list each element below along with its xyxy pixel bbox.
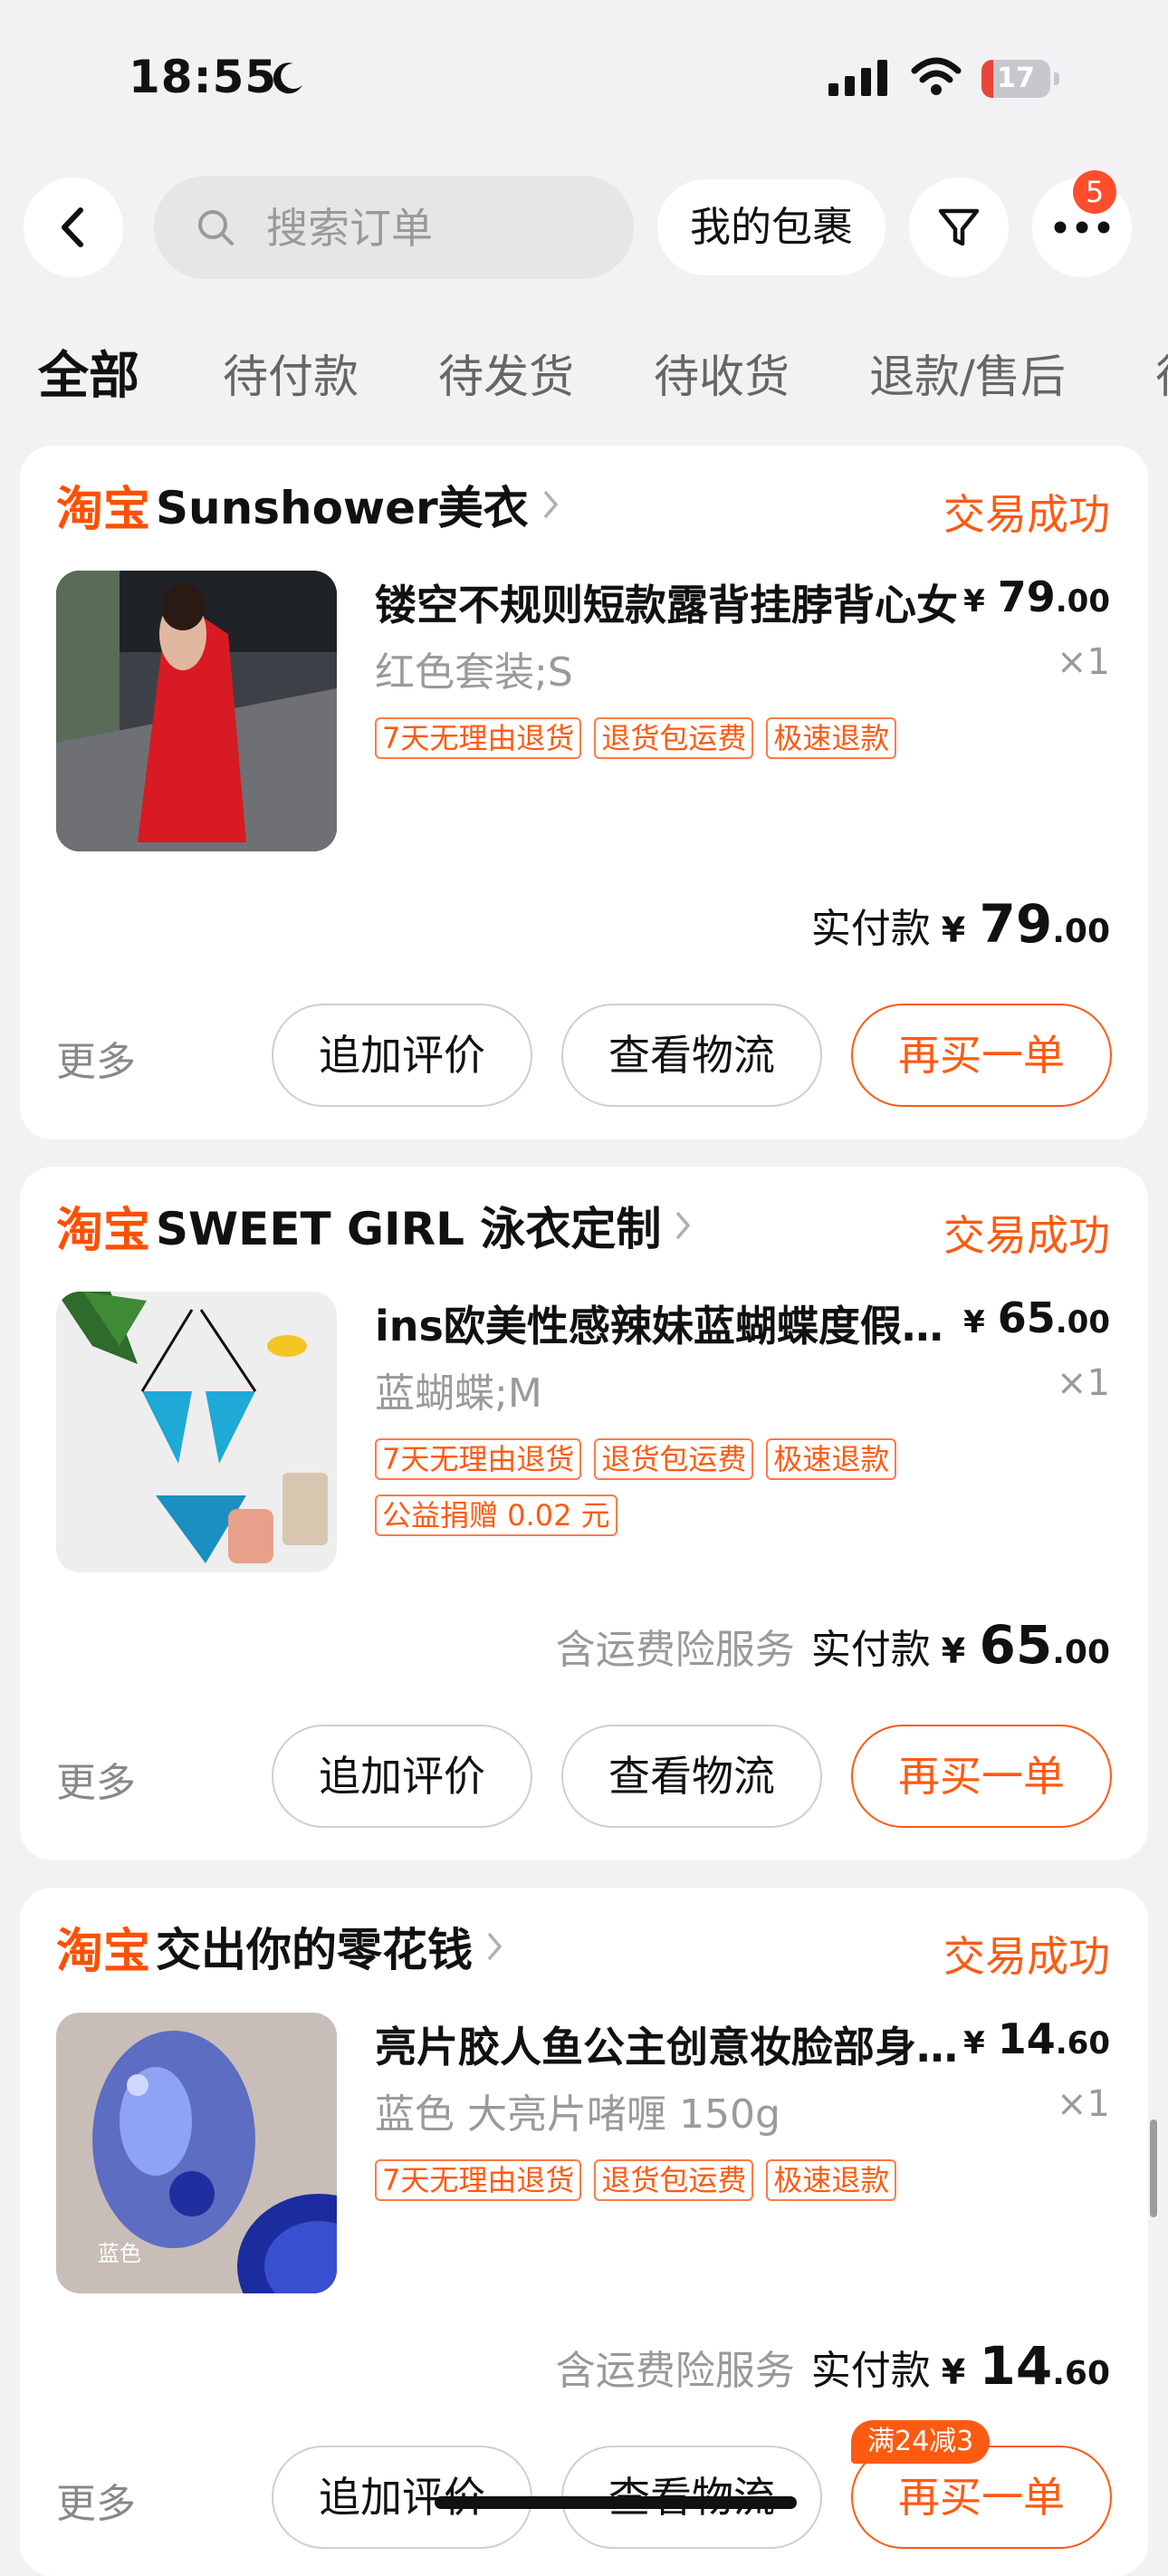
product-image[interactable]	[56, 1292, 337, 1572]
product-quantity: ×1	[1057, 1362, 1110, 1404]
product-variant: 红色套装;S	[375, 649, 573, 696]
paid-label: 实付款	[810, 1627, 931, 1673]
shipping-insurance-note: 含运费险服务	[555, 1627, 795, 1673]
battery-icon: 17	[981, 60, 1059, 98]
notification-badge: 5	[1073, 170, 1116, 214]
battery-percent: 17	[997, 62, 1035, 94]
product-title[interactable]: ins欧美性感辣妹蓝蝴蝶度假比基尼	[375, 1293, 972, 1353]
more-link[interactable]: 更多	[56, 1750, 136, 1808]
buy-again-button[interactable]: 再买一单	[851, 1004, 1112, 1107]
service-tags: 7天无理由退货 退货包运费 极速退款	[375, 2159, 1009, 2216]
tab-pending-review[interactable]: 待评价	[1155, 341, 1168, 413]
product-price: ¥ 14.60	[963, 2014, 1110, 2063]
order-status: 交易成功	[943, 1932, 1110, 1981]
product-title[interactable]: 镂空不规则短款露背挂脖背心女	[375, 572, 972, 632]
paid-amount: ¥ 65.00	[941, 1614, 1110, 1676]
my-packages-button[interactable]: 我的包裹	[657, 179, 886, 275]
view-logistics-button[interactable]: 查看物流	[561, 1004, 822, 1107]
tag-free-return-shipping: 退货包运费	[594, 717, 754, 759]
paid-label: 实付款	[810, 906, 931, 952]
paid-amount-row: 含运费险服务 实付款 ¥ 14.60	[556, 2335, 1110, 2397]
taobao-logo: 淘宝	[56, 1203, 151, 1258]
chevron-left-icon	[62, 207, 83, 247]
product-price: ¥ 65.00	[963, 1293, 1110, 1342]
shipping-insurance-note: 含运费险服务	[555, 2348, 795, 2394]
chevron-right-icon	[543, 490, 558, 519]
moon-icon	[273, 62, 302, 94]
status-time: 18:55	[129, 51, 278, 103]
more-link[interactable]: 更多	[56, 2471, 136, 2529]
shop-header[interactable]: 淘宝 Sunshower美衣	[56, 472, 560, 537]
cellular-signal-icon	[828, 60, 887, 96]
more-link[interactable]: 更多	[56, 1029, 136, 1087]
product-image-label: 蓝色	[98, 2241, 141, 2266]
add-review-button[interactable]: 追加评价	[272, 1725, 532, 1828]
status-bar: 18:55 17	[0, 0, 1168, 154]
order-card[interactable]: 淘宝 Sunshower美衣 交易成功 镂空不规则短款露背挂脖背心女 ¥ 79.…	[20, 446, 1148, 1139]
shop-name[interactable]: Sunshower美衣	[156, 472, 529, 537]
paid-label: 实付款	[810, 2348, 931, 2394]
add-review-button[interactable]: 追加评价	[272, 1004, 532, 1107]
tag-charity-donation: 公益捐赠 0.02 元	[375, 1495, 618, 1536]
chevron-right-icon	[676, 1211, 691, 1240]
chevron-right-icon	[487, 1932, 503, 1961]
shop-header[interactable]: 淘宝 交出你的零花钱	[56, 1914, 503, 1979]
product-quantity: ×1	[1057, 2083, 1110, 2125]
product-title[interactable]: 亮片胶人鱼公主创意妆脸部身体闪片	[375, 2014, 972, 2074]
tab-all[interactable]: 全部	[38, 341, 139, 413]
search-input[interactable]	[264, 201, 612, 255]
tag-fast-refund: 极速退款	[766, 2159, 897, 2201]
shop-header[interactable]: 淘宝 SWEET GIRL 泳衣定制	[56, 1193, 692, 1258]
order-status: 交易成功	[943, 1211, 1110, 1260]
view-logistics-button[interactable]: 查看物流	[561, 1725, 822, 1828]
product-price: ¥ 79.00	[963, 572, 1110, 621]
search-bar[interactable]	[154, 176, 634, 279]
tag-7day-return: 7天无理由退货	[375, 1438, 582, 1480]
tag-7day-return: 7天无理由退货	[375, 717, 582, 759]
order-tabs: 全部 待付款 待发货 待收货 退款/售后 待评价	[0, 341, 1168, 413]
wifi-icon	[911, 57, 962, 95]
paid-amount: ¥ 14.60	[941, 2335, 1110, 2397]
home-indicator[interactable]	[435, 2496, 797, 2509]
tab-pending-payment[interactable]: 待付款	[223, 341, 359, 413]
service-tags: 7天无理由退货 退货包运费 极速退款	[375, 717, 1009, 774]
taobao-logo: 淘宝	[56, 1924, 151, 1979]
product-image[interactable]: 蓝色	[56, 2013, 337, 2293]
buy-again-button[interactable]: 再买一单	[851, 1725, 1112, 1828]
product-variant: 蓝色 大亮片啫喱 150g	[375, 2091, 780, 2138]
product-image[interactable]	[56, 571, 337, 851]
tag-fast-refund: 极速退款	[766, 717, 897, 759]
more-dots-icon	[1054, 221, 1110, 234]
scrollbar[interactable]	[1150, 2119, 1157, 2217]
order-status: 交易成功	[943, 490, 1110, 539]
product-variant: 蓝蝴蝶;M	[375, 1370, 542, 1417]
taobao-logo: 淘宝	[56, 482, 151, 537]
filter-button[interactable]	[909, 178, 1009, 277]
tag-fast-refund: 极速退款	[766, 1438, 897, 1480]
tag-7day-return: 7天无理由退货	[375, 2159, 582, 2201]
tab-pending-receipt[interactable]: 待收货	[654, 341, 790, 413]
shop-name[interactable]: SWEET GIRL 泳衣定制	[156, 1193, 661, 1258]
shop-name[interactable]: 交出你的零花钱	[156, 1914, 473, 1979]
search-icon	[198, 210, 234, 245]
paid-amount-row: 实付款 ¥ 79.00	[811, 893, 1110, 955]
tab-pending-shipment[interactable]: 待发货	[438, 341, 574, 413]
order-card[interactable]: 淘宝 SWEET GIRL 泳衣定制 交易成功 ins欧美性感辣妹蓝蝴蝶度假比基…	[20, 1167, 1148, 1860]
service-tags: 7天无理由退货 退货包运费 极速退款公益捐赠 0.02 元	[375, 1438, 1009, 1551]
back-button[interactable]	[24, 178, 123, 277]
paid-amount: ¥ 79.00	[941, 893, 1110, 955]
tab-refund-aftersale[interactable]: 退款/售后	[869, 341, 1066, 413]
promo-badge: 满24减3	[851, 2420, 991, 2464]
tag-free-return-shipping: 退货包运费	[594, 1438, 754, 1480]
paid-amount-row: 含运费险服务 实付款 ¥ 65.00	[556, 1614, 1110, 1676]
order-card[interactable]: 淘宝 交出你的零花钱 交易成功 蓝色 亮片胶人鱼公主创意妆脸部身体闪片 ¥ 14…	[20, 1888, 1148, 2576]
tag-free-return-shipping: 退货包运费	[594, 2159, 754, 2201]
filter-icon	[938, 208, 980, 246]
product-quantity: ×1	[1057, 641, 1110, 683]
